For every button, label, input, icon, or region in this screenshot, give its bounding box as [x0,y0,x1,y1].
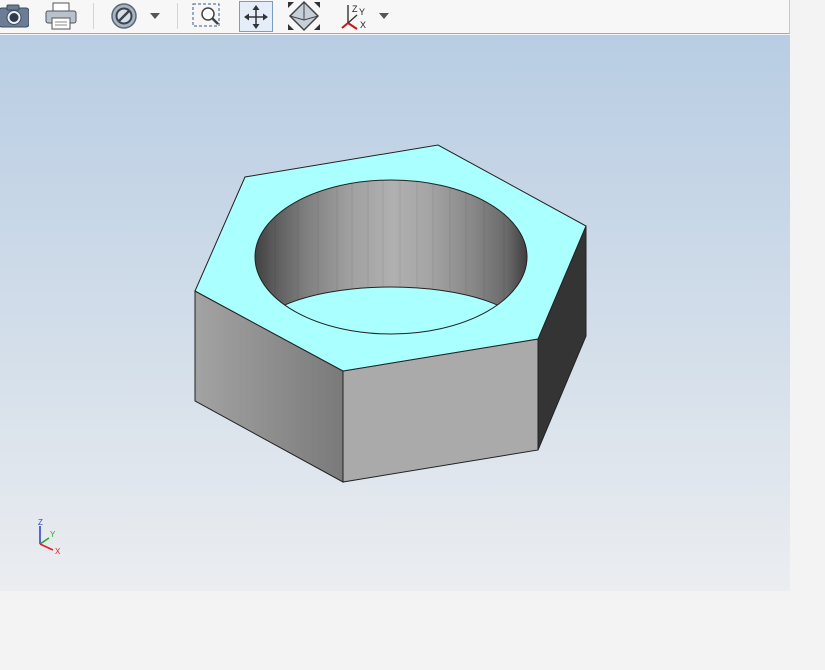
viewer-window: Z Y X Z Y X [0,0,825,670]
zoom-window-icon [191,2,223,30]
view-orientation-button[interactable]: Z Y X [338,1,370,31]
no-entry-icon [109,1,139,31]
triad-y-label: Y [50,530,56,539]
pan-button[interactable] [239,1,273,32]
axes-orientation-icon: Z Y X [339,1,369,31]
view-orientation-dropdown[interactable] [377,1,391,31]
print-button[interactable] [42,1,80,31]
axis-icon-x-label: X [360,20,366,30]
camera-icon [0,3,29,29]
rotate-view-icon [286,0,322,32]
axis-icon-z-label: Z [352,4,358,14]
axis-triad: Z Y X [34,517,70,557]
triad-x-axis [39,543,54,551]
rotate-view-button[interactable] [285,0,323,32]
pan-icon [243,4,269,30]
window-margin-right [790,0,825,591]
capture-image-button[interactable] [0,1,32,31]
zoom-window-button[interactable] [190,1,224,31]
toolbar-separator [93,3,94,29]
3d-viewport[interactable]: Z Y X [0,35,790,591]
hex-nut-model[interactable] [0,35,790,591]
viewer-toolbar: Z Y X [0,0,790,34]
axis-icon-y-label: Y [359,7,365,17]
triad-z-label: Z [38,518,43,527]
window-margin-bottom [0,591,825,670]
chevron-down-icon [150,13,160,19]
toolbar-separator [177,3,178,29]
display-mode-button[interactable] [104,1,144,31]
triad-y-axis [39,537,50,545]
printer-icon [44,2,78,30]
display-mode-dropdown[interactable] [148,1,162,31]
chevron-down-icon [379,13,389,19]
triad-x-label: X [55,547,61,556]
